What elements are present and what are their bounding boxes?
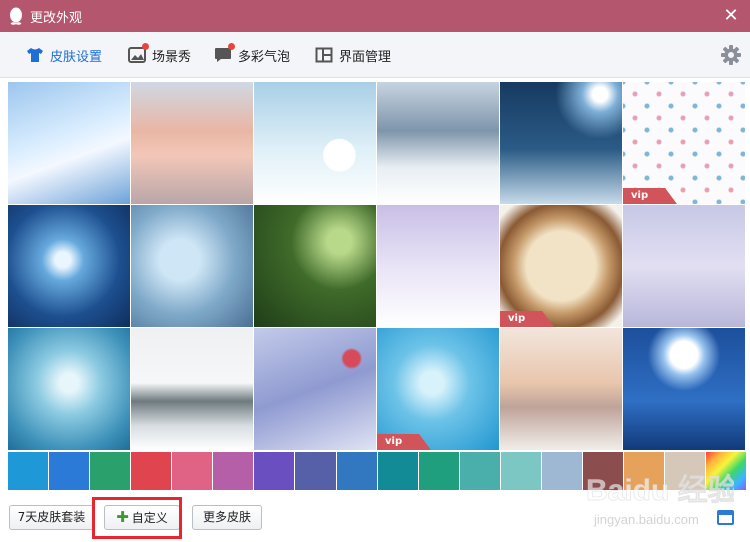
color-swatch[interactable]: [665, 452, 706, 490]
tab-scene-show[interactable]: 场景秀: [128, 32, 191, 78]
skin-tile-snowy-forest[interactable]: [377, 82, 499, 204]
color-swatch[interactable]: [131, 452, 172, 490]
skin-tile-winter-lake[interactable]: [131, 328, 253, 450]
skin-tile-sky-clouds[interactable]: [8, 82, 130, 204]
color-swatch[interactable]: [418, 452, 459, 490]
color-swatch[interactable]: [377, 452, 418, 490]
skin-tile-snowflake[interactable]: [8, 205, 130, 327]
layout-icon: [315, 47, 333, 63]
qq-penguin-icon: [10, 7, 22, 25]
color-swatch[interactable]: [8, 452, 49, 490]
tab-label: 界面管理: [339, 49, 392, 65]
color-swatch[interactable]: [623, 452, 664, 490]
skin-tile-night-lamp[interactable]: [500, 82, 622, 204]
color-swatch[interactable]: [459, 452, 500, 490]
skin-tile-winter-bird[interactable]: [254, 328, 376, 450]
badge-dot: [228, 43, 235, 50]
skin-tile-coffee-art[interactable]: vip: [500, 205, 622, 327]
color-swatch[interactable]: [172, 452, 213, 490]
color-swatch-row: [8, 452, 747, 490]
tab-bubbles[interactable]: 多彩气泡: [214, 32, 290, 78]
skin-tile-winter-couple[interactable]: [377, 205, 499, 327]
image-icon: [128, 43, 149, 63]
skin-tile-frozen-branch[interactable]: [8, 328, 130, 450]
skin-grid: vip vip vip: [8, 82, 746, 451]
skin-pack-button[interactable]: 7天皮肤套装: [9, 505, 94, 530]
tab-skin-settings[interactable]: 皮肤设置: [26, 32, 102, 78]
skin-tile-pattern[interactable]: vip: [623, 82, 745, 204]
skin-tile-snowy-trees[interactable]: [623, 205, 745, 327]
vip-badge: vip: [623, 188, 677, 204]
skin-tile-town-street[interactable]: [131, 82, 253, 204]
window-title: 更改外观: [30, 10, 83, 26]
tab-label: 皮肤设置: [50, 49, 103, 65]
color-swatch[interactable]: [295, 452, 336, 490]
color-swatch[interactable]: [582, 452, 623, 490]
tshirt-icon: [27, 48, 43, 62]
chat-bubble-icon: [214, 43, 235, 63]
color-swatch[interactable]: [500, 452, 541, 490]
vip-badge: vip: [500, 311, 554, 327]
vip-badge: vip: [377, 434, 431, 450]
tab-label: 多彩气泡: [238, 49, 291, 65]
skin-tile-feather[interactable]: vip: [377, 328, 499, 450]
color-swatch[interactable]: [213, 452, 254, 490]
window-mode-icon[interactable]: [717, 510, 734, 525]
close-icon[interactable]: ✕: [720, 5, 742, 27]
skin-tile-snowman[interactable]: [254, 82, 376, 204]
skin-tile-snow-bridge[interactable]: [500, 328, 622, 450]
annotation-highlight-box: [92, 497, 182, 539]
skin-tile-christmas-night[interactable]: [623, 328, 745, 450]
tab-interface-manage[interactable]: 界面管理: [315, 32, 391, 78]
gear-icon[interactable]: [720, 44, 742, 66]
tab-bar: 皮肤设置 场景秀 多彩气泡 界面管理: [0, 32, 750, 78]
more-skins-button[interactable]: 更多皮肤: [192, 505, 262, 530]
color-swatch[interactable]: [336, 452, 377, 490]
skin-tile-merry-christmas[interactable]: [131, 205, 253, 327]
badge-dot: [142, 43, 149, 50]
color-swatch[interactable]: [541, 452, 582, 490]
title-bar: 更改外观 ✕: [0, 0, 750, 32]
color-swatch[interactable]: [706, 452, 747, 490]
color-swatch[interactable]: [90, 452, 131, 490]
skin-tile-pine-branch[interactable]: [254, 205, 376, 327]
color-swatch[interactable]: [254, 452, 295, 490]
tab-label: 场景秀: [152, 49, 192, 65]
color-swatch[interactable]: [49, 452, 90, 490]
